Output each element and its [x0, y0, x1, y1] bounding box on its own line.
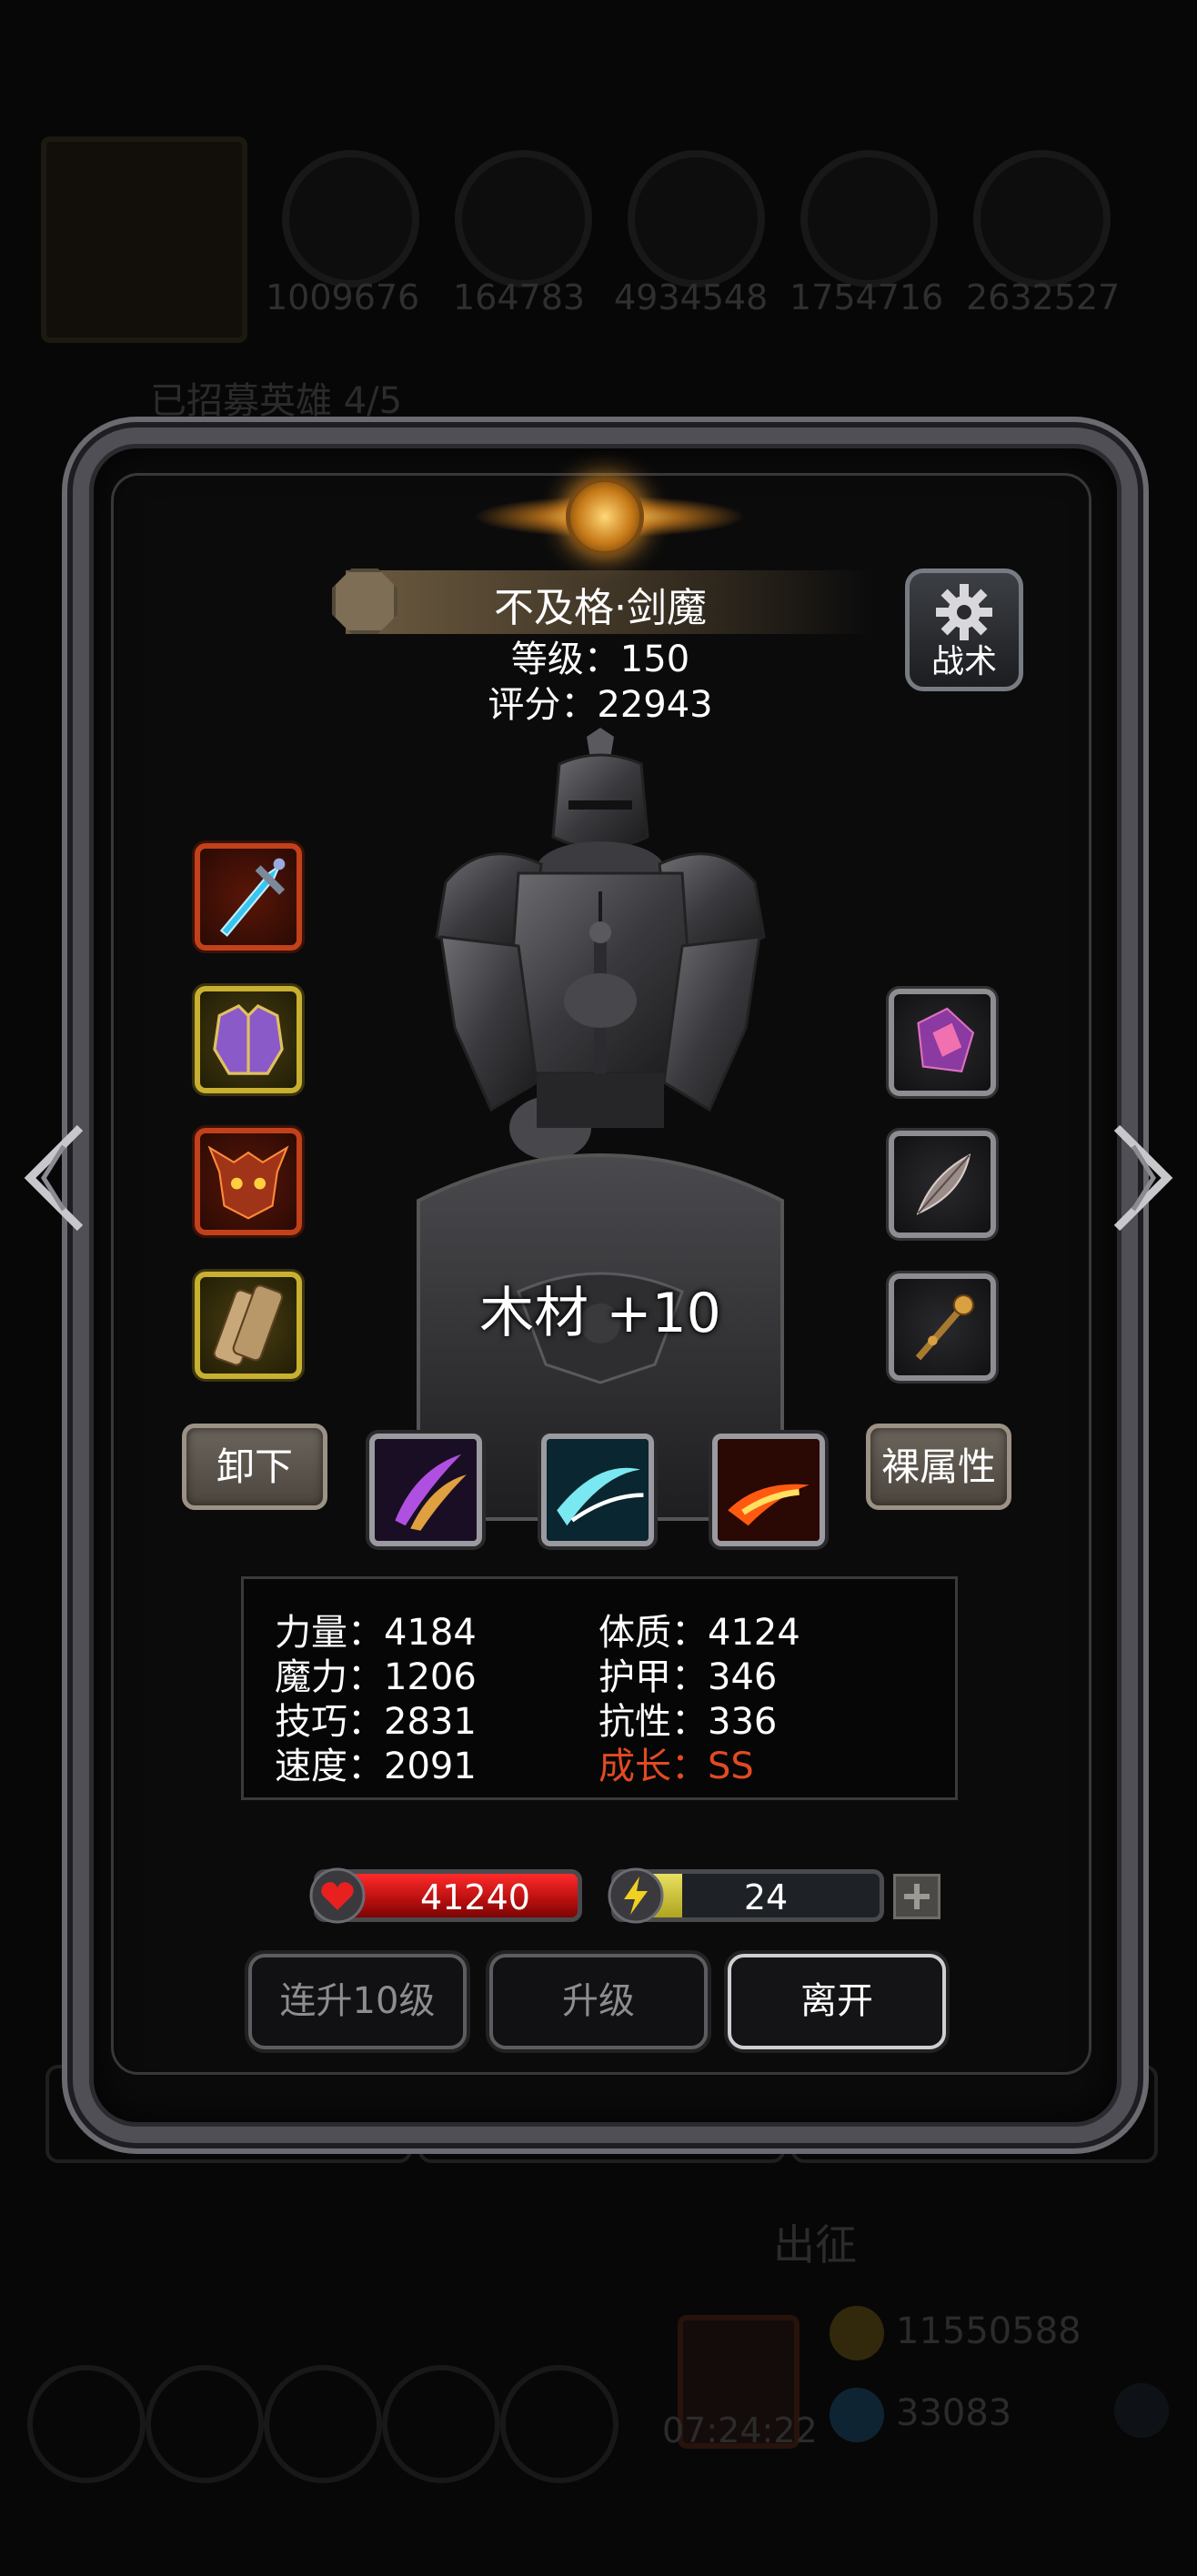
armor-icon [213, 1003, 284, 1075]
menu-icon [27, 2365, 146, 2483]
add-energy-button[interactable] [893, 1874, 940, 1919]
expedition-label: 出征 [773, 2220, 857, 2269]
stat-speed: 速度：2091 [275, 1746, 477, 1787]
resource-value: 2632527 [966, 277, 1121, 317]
scroll-icon [213, 1284, 284, 1366]
emblem-icon [566, 478, 644, 556]
fire-strike-icon [718, 1439, 820, 1541]
heart-icon [309, 1867, 366, 1924]
next-hero-arrow-icon[interactable] [1108, 1119, 1181, 1237]
add-icon [1114, 2383, 1169, 2438]
base-attributes-button[interactable]: 裸属性 [866, 1424, 1011, 1510]
enhance-level-text: 木材 +10 [479, 1282, 721, 1345]
energy-value: 24 [743, 1877, 789, 1917]
gold-coin-icon [830, 2306, 884, 2360]
hero-score: 评分：22943 [488, 684, 713, 726]
gem-icon [830, 2388, 884, 2442]
resource-icon [455, 150, 592, 287]
gold-value: 11550588 [896, 2310, 1081, 2352]
accessory-slot[interactable] [889, 1273, 996, 1381]
resource-icon [282, 150, 419, 287]
resource-value: 1754716 [790, 277, 944, 317]
unequip-button[interactable]: 卸下 [182, 1424, 327, 1510]
menu-icon [382, 2365, 500, 2483]
feather-icon [916, 1153, 971, 1215]
timer-text: 07:24:22 [662, 2410, 818, 2450]
purple-claw-icon [375, 1439, 477, 1541]
accessory-slot[interactable] [889, 989, 996, 1096]
stat-growth: 成长：SS [598, 1746, 754, 1787]
level-up-10-button[interactable]: 连升10级 [248, 1954, 467, 2049]
crystal-icon [917, 1007, 975, 1072]
resource-icon [628, 150, 765, 287]
helm-slot[interactable] [195, 1128, 302, 1235]
accessory-slot[interactable] [889, 1131, 996, 1238]
level-up-button[interactable]: 升级 [489, 1954, 708, 2049]
skill-slot[interactable] [369, 1434, 482, 1546]
skill-slot[interactable] [541, 1434, 654, 1546]
tactics-button[interactable]: 战术 [905, 569, 1023, 691]
resource-value: 1009676 [266, 277, 420, 317]
menu-icon [500, 2365, 619, 2483]
resource-value: 164783 [453, 277, 586, 317]
menu-icon [146, 2365, 264, 2483]
hero-portrait [41, 136, 247, 343]
resource-value: 4934548 [614, 277, 769, 317]
gem-value: 33083 [896, 2392, 1012, 2434]
cyan-slash-icon [547, 1439, 649, 1541]
weapon-slot[interactable] [195, 843, 302, 951]
hp-value: 41240 [420, 1877, 530, 1917]
hero-name: 不及格·剑魔 [494, 585, 707, 631]
quest-text: 已招募英雄 4/5 [150, 380, 403, 422]
resource-icon [973, 150, 1111, 287]
lightning-icon [608, 1867, 664, 1924]
tactics-label: 战术 [930, 643, 997, 680]
demon-helm-icon [207, 1145, 289, 1220]
sword-icon [219, 858, 286, 937]
armor-slot[interactable] [195, 986, 302, 1093]
material-slot[interactable] [195, 1272, 302, 1379]
leave-button[interactable]: 离开 [728, 1954, 946, 2049]
scepter-icon [915, 1293, 974, 1361]
menu-icon [264, 2365, 382, 2483]
gear-icon [936, 584, 992, 640]
plus-icon [904, 1884, 930, 1909]
resource-icon [800, 150, 938, 287]
skill-slot[interactable] [712, 1434, 825, 1546]
prev-hero-arrow-icon[interactable] [16, 1119, 89, 1237]
